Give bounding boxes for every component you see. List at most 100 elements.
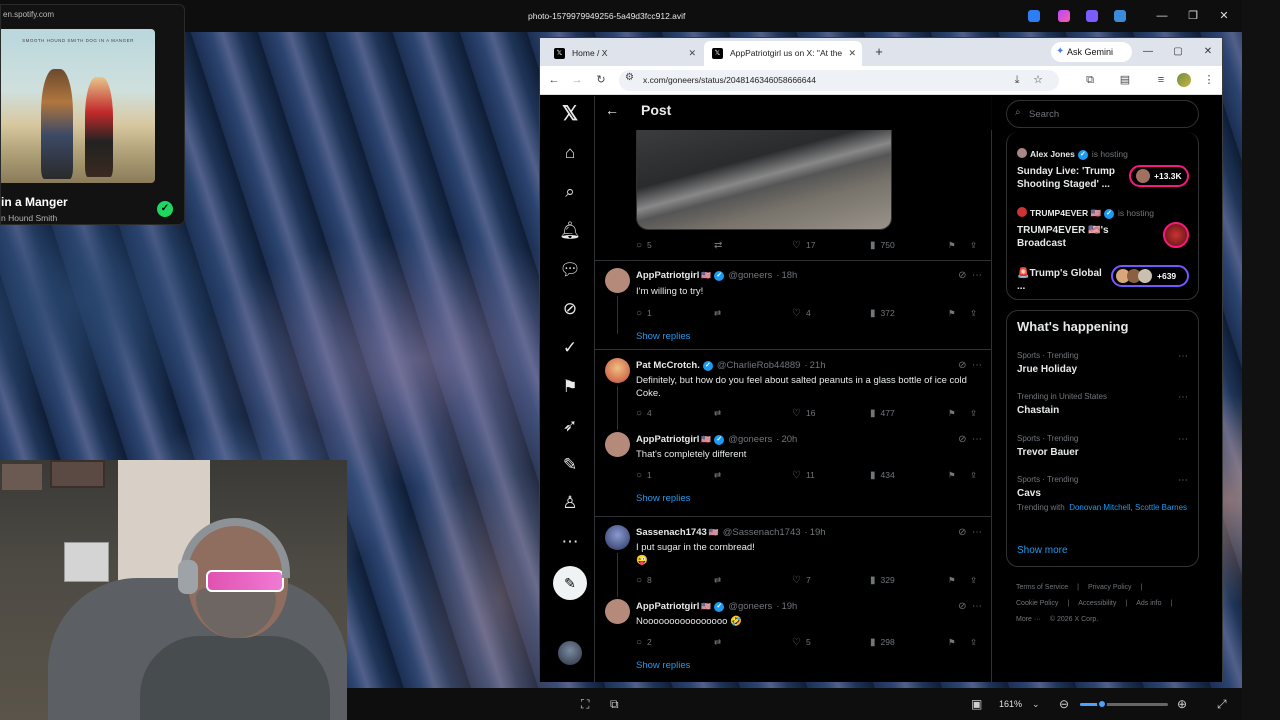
- footer-link[interactable]: More ···: [1016, 616, 1041, 623]
- new-tab-icon[interactable]: +: [868, 41, 890, 63]
- reply-tweet[interactable]: Sassenach1743 🇺🇸 @Sassenach1743 · 19h ⊘ ⋯ I …: [595, 517, 992, 597]
- jobs-rocket-icon[interactable]: ➶: [557, 413, 583, 439]
- repost-icon[interactable]: ⇄: [714, 306, 721, 320]
- like-button[interactable]: ♡ 17: [792, 238, 815, 253]
- minimize-icon[interactable]: —: [1133, 38, 1163, 66]
- reply-author[interactable]: AppPatriotgirl 🇺🇸 ✓ @goneers · 18h: [636, 270, 797, 281]
- profile-avatar[interactable]: [1177, 73, 1191, 87]
- avatar[interactable]: [605, 268, 630, 293]
- grok-more-icons[interactable]: ⊘ ⋯: [958, 434, 982, 445]
- reply-tweet[interactable]: AppPatriotgirl 🇺🇸 ✓ @goneers · 19h ⊘ ⋯ Nooooo…: [595, 595, 992, 682]
- trend-name[interactable]: Trevor Bauer: [1017, 447, 1079, 458]
- zoom-in-icon[interactable]: ⊕: [1177, 696, 1187, 712]
- media-icon[interactable]: ≡: [1152, 71, 1170, 89]
- footer-link[interactable]: Ads info: [1136, 600, 1161, 607]
- avatar[interactable]: [605, 525, 630, 550]
- fit-screen-icon[interactable]: ▣: [971, 696, 982, 712]
- reply-button[interactable]: ○ 1: [636, 468, 652, 483]
- zoom-slider-thumb[interactable]: [1097, 699, 1107, 709]
- menu-dots-icon[interactable]: ⋮: [1200, 71, 1218, 89]
- bookmark-icon[interactable]: ⚑: [948, 468, 956, 482]
- footer-link[interactable]: Privacy Policy: [1088, 584, 1132, 591]
- space-title[interactable]: TRUMP4EVER 🇺🇸's Broadcast: [1017, 224, 1127, 250]
- footer-link[interactable]: Accessibility: [1078, 600, 1116, 607]
- zoom-slider[interactable]: [1080, 699, 1168, 709]
- footer-link[interactable]: Terms of Service: [1016, 584, 1068, 591]
- close-icon[interactable]: ✕: [688, 41, 696, 66]
- home-icon[interactable]: ⌂: [557, 140, 583, 166]
- clipchamp-icon[interactable]: [1086, 10, 1098, 22]
- install-icon[interactable]: ⤓: [1008, 71, 1026, 89]
- space-title[interactable]: Sunday Live: 'Trump Shooting Staged' ...: [1017, 165, 1127, 191]
- grok-more-icons[interactable]: ⊘ ⋯: [958, 601, 982, 612]
- zoom-level[interactable]: 161%: [999, 696, 1022, 712]
- more-icon[interactable]: ⋯: [1178, 475, 1188, 486]
- maximize-icon[interactable]: ❐: [1177, 0, 1209, 32]
- tab-home-x[interactable]: 𝕏 Home / X ✕: [546, 41, 702, 66]
- footer-link[interactable]: Cookie Policy: [1016, 600, 1058, 607]
- more-icon[interactable]: ⋯: [557, 529, 583, 555]
- reading-mode-icon[interactable]: ▤: [1116, 71, 1134, 89]
- reply-button[interactable]: ○ 2: [636, 635, 652, 650]
- share-icon[interactable]: ⇪: [970, 406, 977, 420]
- grok-more-icons[interactable]: ⊘ ⋯: [958, 360, 982, 371]
- repost-icon[interactable]: ⇄: [714, 573, 721, 587]
- bookmark-star-icon[interactable]: ☆: [1029, 71, 1047, 89]
- space-title[interactable]: 🚨Trump's Global ...: [1017, 267, 1112, 293]
- views-button[interactable]: ▮ 477: [870, 406, 895, 421]
- notifications-bell-icon[interactable]: 🔔︎: [557, 218, 583, 244]
- address-url[interactable]: x.com/goneers/status/2048146346058666644: [643, 70, 816, 91]
- views-button[interactable]: ▮ 434: [870, 468, 895, 483]
- text-scan-icon[interactable]: ⧉: [610, 696, 619, 712]
- share-icon[interactable]: ⇪: [970, 573, 977, 587]
- fullscreen-icon[interactable]: ⤢: [1217, 696, 1227, 712]
- repost-icon[interactable]: ⇄: [714, 406, 721, 420]
- repost-icon[interactable]: ⇄: [714, 635, 721, 649]
- close-icon[interactable]: ✕: [1208, 0, 1240, 32]
- back-icon[interactable]: ←: [545, 71, 563, 89]
- tab-post[interactable]: 𝕏 AppPatriotgirl us on X: "At the ( ✕: [704, 41, 862, 66]
- messages-icon[interactable]: 💬︎: [557, 257, 583, 283]
- designer-icon[interactable]: [1058, 10, 1070, 22]
- crop-icon[interactable]: ⛶: [581, 696, 589, 712]
- avatar[interactable]: [605, 358, 630, 383]
- site-info-icon[interactable]: ⚙: [625, 72, 634, 83]
- extensions-icon[interactable]: ⧉: [1081, 71, 1099, 89]
- grok-more-icons[interactable]: ⊘ ⋯: [958, 527, 982, 538]
- edit-icon[interactable]: [1028, 10, 1040, 22]
- space-listeners-pill[interactable]: +639: [1111, 265, 1189, 287]
- views-button[interactable]: ▮ 750: [870, 238, 895, 253]
- more-icon[interactable]: ⋯: [1178, 351, 1188, 362]
- more-icon[interactable]: ⋯: [1178, 434, 1188, 445]
- show-replies-link[interactable]: Show replies: [636, 331, 690, 342]
- reply-button[interactable]: ○ 8: [636, 573, 652, 588]
- close-icon[interactable]: ✕: [1193, 38, 1223, 66]
- space-host-avatar-pill[interactable]: [1163, 222, 1189, 248]
- reply-author[interactable]: AppPatriotgirl 🇺🇸 ✓ @goneers · 19h: [636, 601, 797, 612]
- show-replies-link[interactable]: Show replies: [636, 493, 690, 504]
- avatar[interactable]: [605, 599, 630, 624]
- account-avatar[interactable]: [558, 641, 582, 665]
- avatar[interactable]: [605, 432, 630, 457]
- trend-name[interactable]: Jrue Holiday: [1017, 364, 1077, 375]
- trend-related-names[interactable]: Donovan Mitchell, Scottle Barnes: [1069, 503, 1187, 512]
- maximize-icon[interactable]: ▢: [1163, 38, 1193, 66]
- explore-search-icon[interactable]: ⌕: [557, 179, 583, 205]
- views-button[interactable]: ▮ 329: [870, 573, 895, 588]
- verified-icon[interactable]: ✓: [557, 335, 583, 361]
- grok-more-icons[interactable]: ⊘ ⋯: [958, 270, 982, 281]
- reload-icon[interactable]: ↻: [592, 71, 610, 89]
- zoom-out-icon[interactable]: ⊖: [1059, 696, 1069, 712]
- onedrive-icon[interactable]: [1114, 10, 1126, 22]
- search-input[interactable]: ⌕ Search: [1006, 100, 1199, 128]
- forward-icon[interactable]: →: [568, 71, 586, 89]
- articles-edit-icon[interactable]: ✎: [557, 452, 583, 478]
- reply-button[interactable]: ○ 4: [636, 406, 652, 421]
- reply-author[interactable]: Pat McCrotch. ✓ @CharlieRob44889 · 21h: [636, 360, 826, 371]
- x-logo-icon[interactable]: 𝕏: [557, 101, 583, 127]
- trend-name[interactable]: Chastain: [1017, 405, 1059, 416]
- share-icon[interactable]: ⇪: [970, 306, 977, 320]
- repost-button[interactable]: ⇄: [714, 238, 727, 253]
- show-more-link[interactable]: Show more: [1017, 545, 1068, 556]
- profile-icon[interactable]: ♙: [557, 490, 583, 516]
